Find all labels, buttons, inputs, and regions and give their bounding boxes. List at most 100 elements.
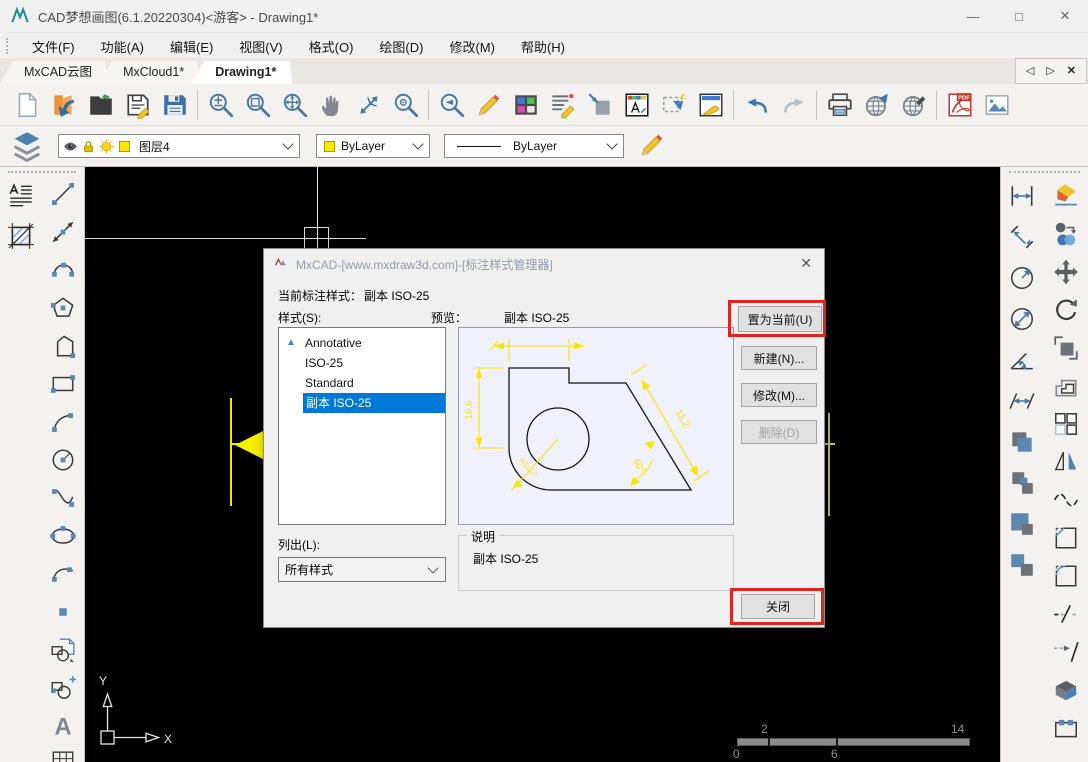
chamfer-icon[interactable] <box>1050 521 1083 554</box>
zoom-previous-icon[interactable] <box>433 86 470 123</box>
menu-item-3[interactable]: 视图(V) <box>226 37 295 56</box>
save-icon[interactable] <box>119 86 156 123</box>
dim-style-icon[interactable] <box>618 86 655 123</box>
web-publish-icon[interactable] <box>895 86 932 123</box>
zoom-extents-icon[interactable] <box>276 86 313 123</box>
mirror-icon[interactable] <box>1050 445 1083 478</box>
document-tab-0[interactable]: MxCAD云图 <box>0 61 108 84</box>
layer-select[interactable]: 图层4 <box>58 134 300 158</box>
layers-icon[interactable] <box>10 129 44 163</box>
linetype-select[interactable]: ByLayer <box>444 134 624 158</box>
match-properties-icon[interactable] <box>1050 217 1083 250</box>
save-as-icon[interactable] <box>156 86 193 123</box>
style-list-item-0[interactable]: Annotative <box>279 333 445 353</box>
dim-diameter-icon[interactable] <box>1006 302 1039 335</box>
tab-close-icon[interactable]: ✕ <box>1067 59 1076 83</box>
polyline-icon[interactable] <box>47 329 80 362</box>
copy-base-icon[interactable] <box>1006 466 1039 499</box>
zoom-window-icon[interactable] <box>239 86 276 123</box>
maximize-icon[interactable]: □ <box>996 0 1042 32</box>
fillet-icon[interactable] <box>1050 559 1083 592</box>
paste-block-icon[interactable] <box>1006 548 1039 581</box>
move-icon[interactable] <box>1050 255 1083 288</box>
minimize-icon[interactable]: — <box>950 0 996 32</box>
erase-icon[interactable] <box>1050 179 1083 212</box>
tab-next-icon[interactable]: ▷ <box>1046 59 1054 83</box>
stretch-icon[interactable] <box>1050 711 1083 744</box>
document-tab-1[interactable]: MxCloud1* <box>99 61 200 84</box>
text-style-icon[interactable] <box>5 179 38 212</box>
menu-item-2[interactable]: 编辑(E) <box>157 37 226 56</box>
quick-select-icon[interactable] <box>655 86 692 123</box>
dim-aligned-icon[interactable] <box>1006 220 1039 253</box>
arc-continue-icon[interactable] <box>47 557 80 590</box>
document-tab-2[interactable]: Drawing1* <box>191 61 292 84</box>
array-icon[interactable] <box>1050 407 1083 440</box>
menu-item-6[interactable]: 修改(M) <box>436 37 508 56</box>
draw-pencil-icon[interactable] <box>638 131 668 161</box>
construction-line-icon[interactable] <box>47 215 80 248</box>
ellipse-icon[interactable] <box>47 519 80 552</box>
rotate-icon[interactable] <box>1050 293 1083 326</box>
new-button[interactable]: 新建(N)... <box>741 346 817 370</box>
point-icon[interactable] <box>47 595 80 628</box>
draw-pencil-icon[interactable] <box>470 86 507 123</box>
image-export-icon[interactable] <box>978 86 1015 123</box>
list-filter-select[interactable]: 所有样式 <box>278 557 446 582</box>
pan-icon[interactable] <box>313 86 350 123</box>
text-icon[interactable]: A <box>47 709 80 742</box>
redo-icon[interactable] <box>775 86 812 123</box>
format-brush-icon[interactable] <box>692 86 729 123</box>
open-cloud-icon[interactable] <box>45 86 82 123</box>
print-icon[interactable] <box>821 86 858 123</box>
menu-item-4[interactable]: 格式(O) <box>296 37 367 56</box>
break-icon[interactable] <box>1050 597 1083 630</box>
modify-button[interactable]: 修改(M)... <box>741 383 817 407</box>
table-icon[interactable] <box>47 747 80 762</box>
menu-item-1[interactable]: 功能(A) <box>88 37 157 56</box>
edit-polyline-icon[interactable] <box>1050 483 1083 516</box>
scale-icon[interactable] <box>1050 331 1083 364</box>
undo-icon[interactable] <box>738 86 775 123</box>
panel-grip[interactable] <box>1009 171 1080 174</box>
style-list-item-2[interactable]: Standard <box>279 373 445 393</box>
menu-item-7[interactable]: 帮助(H) <box>508 37 578 56</box>
arc-start-end-icon[interactable] <box>47 405 80 438</box>
dim-radius-icon[interactable] <box>1006 261 1039 294</box>
text-edit-icon[interactable] <box>544 86 581 123</box>
window-titlebar[interactable]: CAD梦想画图(6.1.20220304)<游客> - Drawing1* — … <box>0 0 1088 32</box>
menu-item-0[interactable]: 文件(F) <box>19 37 88 56</box>
dim-linear-icon[interactable] <box>1006 179 1039 212</box>
color-palette-icon[interactable] <box>507 86 544 123</box>
line-icon[interactable] <box>47 177 80 210</box>
polygon-icon[interactable] <box>47 291 80 324</box>
tab-prev-icon[interactable]: ◁ <box>1026 59 1034 83</box>
dim-baseline-icon[interactable] <box>1006 384 1039 417</box>
dialog-close-icon[interactable]: ✕ <box>800 256 812 270</box>
arc-3point-icon[interactable] <box>47 253 80 286</box>
zoom-dynamic-icon[interactable] <box>202 86 239 123</box>
clip-block-icon[interactable] <box>581 86 618 123</box>
style-list-item-3[interactable]: 副本 ISO-25 <box>303 393 445 413</box>
new-file-icon[interactable] <box>8 86 45 123</box>
close-icon[interactable]: ✕ <box>1042 0 1088 32</box>
style-list-item-1[interactable]: ISO-25 <box>279 353 445 373</box>
menubar-grip[interactable] <box>6 38 11 54</box>
open-folder-icon[interactable] <box>82 86 119 123</box>
block-clip-icon[interactable] <box>47 633 80 666</box>
rectangle-icon[interactable] <box>47 367 80 400</box>
extend-icon[interactable] <box>1050 635 1083 668</box>
menu-item-5[interactable]: 绘图(D) <box>366 37 436 56</box>
web-upload-icon[interactable] <box>858 86 895 123</box>
hatch-icon[interactable] <box>5 219 38 252</box>
color-select[interactable]: ByLayer <box>316 134 430 158</box>
dim-angular-icon[interactable] <box>1006 343 1039 376</box>
spline-icon[interactable] <box>47 481 80 514</box>
circle-icon[interactable] <box>47 443 80 476</box>
block-insert-icon[interactable] <box>47 671 80 704</box>
dialog-titlebar[interactable]: MxCAD-[www.mxdraw3d.com]-[标注样式管理器] ✕ <box>264 249 824 279</box>
paste-clip-icon[interactable] <box>1006 507 1039 540</box>
solid-box-icon[interactable] <box>1050 673 1083 706</box>
zoom-center-icon[interactable] <box>387 86 424 123</box>
copy-clip-icon[interactable] <box>1006 425 1039 458</box>
